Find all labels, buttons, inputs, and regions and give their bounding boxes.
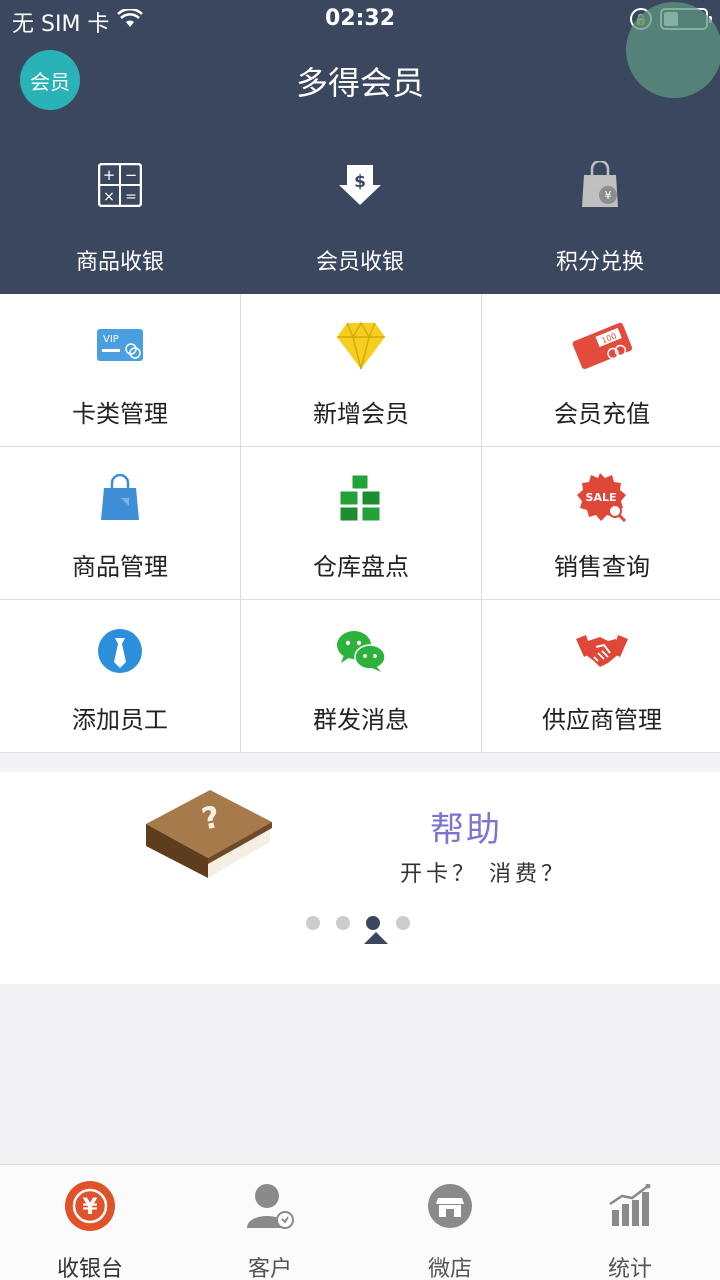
handshake-icon: [482, 600, 720, 692]
calculator-icon: + − × =: [0, 150, 240, 220]
wechat-icon: [241, 600, 481, 692]
vip-card-icon: VIP: [0, 294, 240, 386]
action-product-checkout[interactable]: + − × = 商品收银: [0, 150, 240, 276]
carousel-dot[interactable]: [306, 916, 320, 930]
app-header: 无 SIM 卡 02:32 🔒 会员 多得会员 +−×= 商品收银 $ 会员收银: [0, 0, 720, 294]
boxes-icon: [241, 447, 481, 539]
dollar-arrow-icon: $: [240, 150, 480, 220]
stats-chart-icon: [540, 1177, 720, 1235]
grid-label: 卡类管理: [72, 400, 168, 428]
diamond-icon: [241, 294, 481, 386]
svg-text:¥: ¥: [605, 189, 612, 202]
help-banner[interactable]: ? 帮助 开卡？ 消费？: [0, 772, 720, 984]
svg-text:=: =: [125, 189, 137, 205]
grid-item-sales-query[interactable]: SALE 销售查询: [482, 447, 720, 599]
top-actions: + − × = 商品收银 $ 会员收银 ¥ 积分兑换: [0, 150, 720, 276]
action-label: 商品收银: [75, 250, 164, 275]
tab-label: 微店: [427, 1257, 472, 1280]
page-title: 多得会员: [295, 64, 424, 102]
status-time: 02:32: [324, 6, 396, 31]
grid-item-add-member[interactable]: 新增会员: [241, 294, 481, 446]
tab-statistics[interactable]: 统计: [540, 1165, 720, 1280]
svg-text:SALE: SALE: [586, 491, 617, 504]
tab-cashier[interactable]: ¥ 收银台: [0, 1165, 180, 1280]
grid-item-inventory-check[interactable]: 仓库盘点: [241, 447, 481, 599]
function-grid: VIP 卡类管理 新增会员 100 会员充值 商品管理 仓库盘点 SALE 销售…: [0, 294, 720, 753]
svg-text:VIP: VIP: [103, 334, 119, 345]
grid-label: 供应商管理: [542, 706, 662, 734]
status-bar: 无 SIM 卡 02:32 🔒: [0, 0, 720, 40]
grid-label: 商品管理: [72, 553, 168, 581]
carousel-dot[interactable]: [396, 916, 410, 930]
sale-search-icon: SALE: [482, 447, 720, 539]
grid-item-product-management[interactable]: 商品管理: [0, 447, 240, 599]
employee-tie-icon: [0, 600, 240, 692]
action-label: 会员收银: [315, 250, 404, 275]
carousel-dot-active[interactable]: [366, 916, 380, 930]
shopping-bag-yen-icon: ¥: [480, 150, 720, 220]
cashier-yen-icon: ¥: [0, 1177, 180, 1235]
grid-label: 仓库盘点: [313, 553, 409, 581]
svg-text:×: ×: [103, 189, 115, 205]
svg-text:¥: ¥: [82, 1195, 98, 1220]
grid-label: 新增会员: [313, 400, 409, 428]
grid-label: 群发消息: [313, 706, 409, 734]
tab-label: 统计: [607, 1257, 652, 1280]
svg-text:+: +: [103, 166, 116, 184]
grid-label: 添加员工: [72, 706, 168, 734]
shopping-bag-icon: [0, 447, 240, 539]
grid-item-group-message[interactable]: 群发消息: [241, 600, 481, 752]
action-label: 积分兑换: [555, 250, 644, 275]
action-points-exchange[interactable]: ¥ 积分兑换: [480, 150, 720, 276]
bottom-tab-bar: ¥ 收银台 客户 微店 统计: [0, 1164, 720, 1280]
svg-text:−: −: [125, 166, 138, 184]
action-member-checkout[interactable]: $ 会员收银: [240, 150, 480, 276]
help-subtitle: 开卡？ 消费？: [400, 862, 567, 887]
grid-item-add-employee[interactable]: 添加员工: [0, 600, 240, 752]
help-title: 帮助: [430, 810, 502, 850]
tab-customer[interactable]: 客户: [180, 1165, 360, 1280]
grid-label: 会员充值: [554, 400, 650, 428]
money-ticket-icon: 100: [482, 294, 720, 386]
tab-label: 收银台: [56, 1257, 123, 1280]
tab-micro-shop[interactable]: 微店: [360, 1165, 540, 1280]
grid-item-supplier-management[interactable]: 供应商管理: [482, 600, 720, 752]
help-book-icon: ?: [140, 784, 276, 888]
grid-item-member-recharge[interactable]: 100 会员充值: [482, 294, 720, 446]
customer-icon: [180, 1177, 360, 1235]
shop-icon: [360, 1177, 540, 1235]
carousel-pointer-icon: [364, 932, 388, 944]
carousel-dot[interactable]: [336, 916, 350, 930]
svg-text:$: $: [354, 172, 366, 192]
grid-label: 销售查询: [554, 553, 650, 581]
grid-item-card-management[interactable]: VIP 卡类管理: [0, 294, 240, 446]
tab-label: 客户: [247, 1257, 292, 1280]
carousel-indicator: [306, 916, 410, 930]
